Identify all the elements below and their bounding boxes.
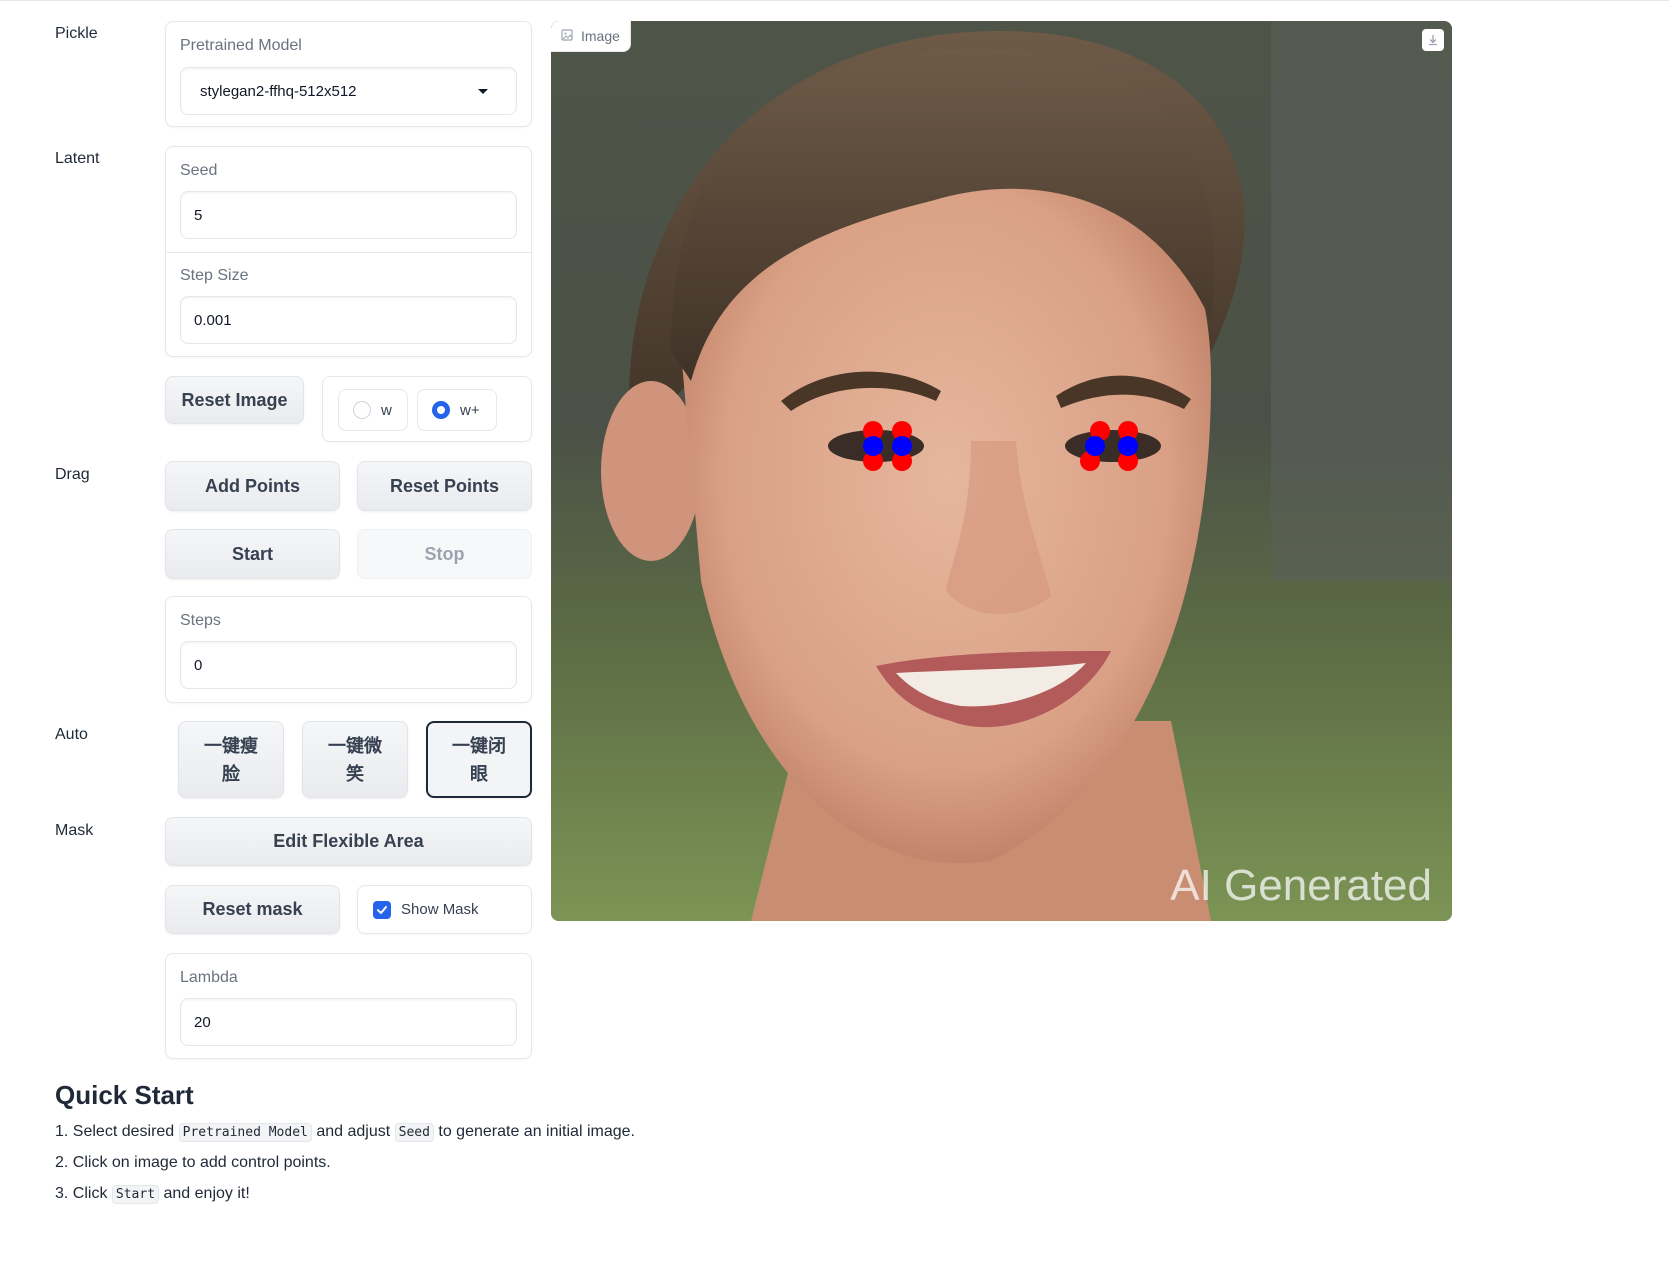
- steps-input[interactable]: 0: [180, 641, 517, 689]
- auto-close-eyes-line1: 一键闭: [452, 735, 506, 756]
- quick-start-step-2: 2. Click on image to add control points.: [55, 1154, 331, 1171]
- image-icon: [561, 28, 573, 44]
- reset-image-button[interactable]: Reset Image: [165, 376, 304, 424]
- quick-start-title: Quick Start: [55, 1080, 194, 1110]
- edit-flexible-area-button[interactable]: Edit Flexible Area: [165, 817, 532, 866]
- target-point: [1085, 436, 1105, 456]
- reset-mask-button[interactable]: Reset mask: [165, 885, 340, 934]
- step-1-text-post: to generate an initial image.: [438, 1123, 635, 1140]
- lambda-value: 20: [194, 1013, 211, 1031]
- pretrained-model-panel: Pretrained Model stylegan2-ffhq-512x512: [165, 21, 532, 127]
- panel-divider: [166, 252, 531, 253]
- add-points-button[interactable]: Add Points: [165, 461, 340, 511]
- lambda-input[interactable]: 20: [180, 998, 517, 1046]
- step-3-text-pre: 3. Click: [55, 1185, 108, 1202]
- image-tag: Image: [551, 21, 631, 52]
- radio-option-w[interactable]: w: [338, 389, 408, 431]
- radio-option-w-plus[interactable]: w+: [417, 389, 497, 431]
- step-size-input[interactable]: 0.001: [180, 296, 517, 344]
- auto-smile-line1: 一键微: [328, 735, 382, 756]
- code-start: Start: [111, 1185, 160, 1204]
- face-image[interactable]: [551, 21, 1452, 921]
- show-mask-checkbox[interactable]: Show Mask: [357, 885, 532, 934]
- auto-smile-button[interactable]: 一键微笑: [302, 721, 408, 798]
- radio-w-circle: [353, 401, 371, 419]
- auto-close-eyes-line2: 眼: [470, 763, 488, 784]
- watermark-text: AI Generated: [1170, 861, 1432, 910]
- start-button[interactable]: Start: [165, 529, 340, 579]
- auto-slim-face-button[interactable]: 一键瘦脸: [178, 721, 284, 798]
- steps-label: Steps: [180, 612, 221, 629]
- seed-input[interactable]: 5: [180, 191, 517, 239]
- radio-w-plus-circle: [432, 401, 450, 419]
- latent-space-radio-group: w w+: [322, 376, 532, 442]
- code-seed: Seed: [394, 1123, 434, 1142]
- steps-value: 0: [194, 656, 203, 674]
- reset-points-button[interactable]: Reset Points: [357, 461, 532, 511]
- target-point: [1118, 436, 1138, 456]
- code-pretrained-model: Pretrained Model: [178, 1123, 312, 1142]
- radio-w-label: w: [381, 401, 392, 419]
- steps-panel: Steps 0: [165, 596, 532, 703]
- checkbox-checked-icon: [373, 900, 391, 919]
- stop-button[interactable]: Stop: [357, 529, 532, 579]
- top-divider: [0, 0, 1669, 1]
- radio-w-plus-label: w+: [460, 401, 480, 419]
- step-1-num: 1.: [55, 1123, 69, 1140]
- section-label-drag: Drag: [55, 466, 90, 483]
- auto-smile-line2: 笑: [346, 763, 364, 784]
- lambda-panel: Lambda 20: [165, 953, 532, 1059]
- latent-panel: Seed 5 Step Size 0.001: [165, 146, 532, 357]
- step-1-text-pre: Select desired: [72, 1123, 175, 1140]
- section-label-mask: Mask: [55, 822, 94, 839]
- show-mask-label: Show Mask: [401, 901, 479, 918]
- step-size-label: Step Size: [180, 267, 249, 284]
- pretrained-model-value: stylegan2-ffhq-512x512: [200, 82, 357, 100]
- target-point: [863, 436, 883, 456]
- section-label-pickle: Pickle: [55, 25, 98, 42]
- quick-start-step-3: 3. Click Start and enjoy it!: [55, 1185, 250, 1204]
- step-size-value: 0.001: [194, 311, 232, 329]
- lambda-label: Lambda: [180, 969, 238, 986]
- pretrained-model-dropdown[interactable]: stylegan2-ffhq-512x512: [180, 67, 517, 115]
- output-image[interactable]: Image AI Generated: [551, 21, 1452, 921]
- image-tag-label: Image: [581, 28, 620, 44]
- seed-label: Seed: [180, 162, 218, 179]
- section-label-latent: Latent: [55, 150, 100, 167]
- quick-start-step-1: 1. Select desired Pretrained Model and a…: [55, 1123, 635, 1142]
- download-icon[interactable]: [1422, 29, 1444, 51]
- pretrained-model-label: Pretrained Model: [180, 37, 302, 54]
- auto-slim-face-line1: 一键瘦: [204, 735, 258, 756]
- chevron-down-icon: [478, 89, 488, 94]
- step-1-text-mid: and adjust: [316, 1123, 391, 1140]
- seed-value: 5: [194, 206, 203, 224]
- step-3-text-post: and enjoy it!: [163, 1185, 250, 1202]
- auto-slim-face-line2: 脸: [222, 763, 240, 784]
- target-point: [892, 436, 912, 456]
- auto-close-eyes-button[interactable]: 一键闭眼: [426, 721, 532, 798]
- section-label-auto: Auto: [55, 726, 88, 743]
